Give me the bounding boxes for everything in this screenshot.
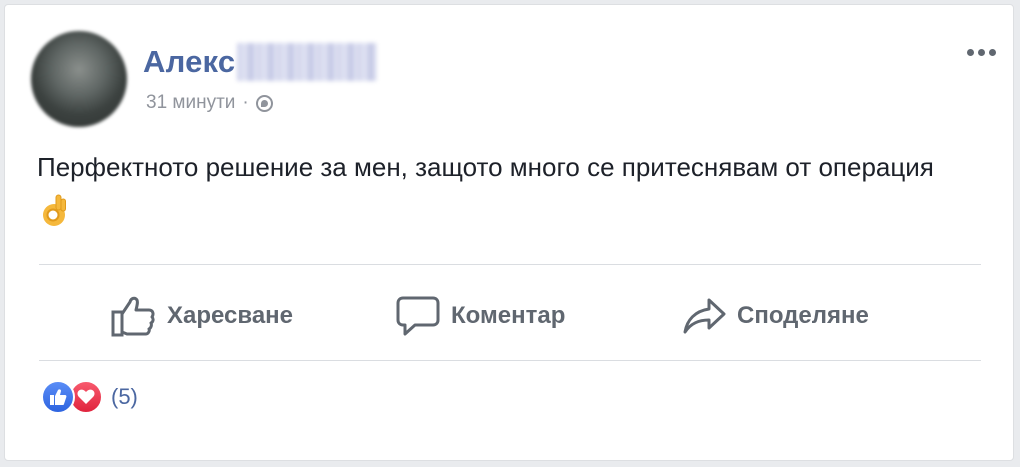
share-arrow-icon [683,298,726,334]
share-button[interactable]: Споделяне [681,271,869,361]
post-card: Алекс 31 минути · Перфектното решение за… [4,4,1014,461]
like-button[interactable]: Харесване [111,271,293,361]
post-timestamp[interactable]: 31 минути [146,92,235,114]
author-row: Алекс [143,41,378,83]
like-label: Харесване [167,302,294,329]
comment-icon [396,296,440,336]
divider-bottom [39,360,981,361]
action-bar: Харесване Коментар Споделяне [39,271,981,361]
globe-icon[interactable] [255,94,273,112]
author-name[interactable]: Алекс [143,44,235,80]
author-avatar[interactable] [31,31,127,127]
share-label: Споделяне [737,302,869,329]
post-text: Перфектното решение за мен, защото много… [37,152,934,182]
reaction-count[interactable]: (5) [111,384,138,410]
redacted-name-blur [237,43,378,81]
post-meta: 31 минути · [146,91,273,115]
thumbs-up-icon [111,296,155,337]
comment-label: Коментар [451,302,566,329]
more-options-icon[interactable] [967,49,996,56]
like-reaction-icon [41,380,75,414]
divider-top [39,264,981,265]
comment-button[interactable]: Коментар [395,271,565,361]
meta-separator: · [242,92,249,113]
post-body: Перфектното решение за мен, защото много… [37,145,937,241]
reactions-summary[interactable]: (5) [41,379,138,415]
ok-hand-emoji-icon [41,193,67,241]
